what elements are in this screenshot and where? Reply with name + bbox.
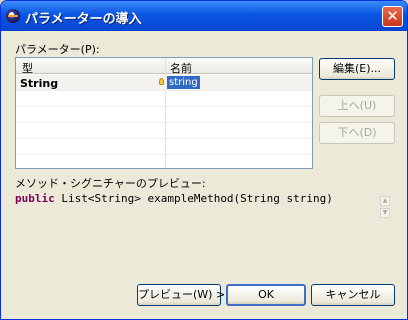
cancel-button[interactable]: キャンセル — [311, 284, 395, 306]
scroll-up-arrow[interactable]: ▲ — [380, 196, 390, 206]
edit-button[interactable]: 編集(E)... — [319, 58, 395, 80]
dialog-title: パラメーターの導入 — [25, 12, 142, 27]
table-header: 型 名前 — [16, 58, 312, 76]
ok-button[interactable]: OK — [226, 284, 306, 306]
dialog-window: パラメーターの導入 ✕ パラメーター(P): 型 名前 String strin… — [0, 0, 408, 320]
column-header-type[interactable]: 型 — [22, 60, 33, 76]
empty-row — [16, 139, 312, 155]
parameters-label: パラメーター(P): — [15, 43, 100, 56]
scroll-down-arrow[interactable]: ▼ — [380, 208, 390, 218]
column-header-name[interactable]: 名前 — [170, 60, 192, 76]
close-button[interactable]: ✕ — [382, 6, 403, 27]
eclipse-icon — [6, 9, 20, 23]
empty-row — [16, 107, 312, 123]
signature-preview-label: メソッド・シグニチャーのプレビュー: — [15, 177, 206, 190]
cell-type[interactable]: String — [20, 77, 58, 90]
lightbulb-icon — [159, 78, 164, 85]
empty-row — [16, 155, 312, 168]
table-row[interactable]: String string — [16, 75, 312, 91]
close-icon: ✕ — [386, 7, 399, 25]
move-up-button[interactable]: 上へ(U) — [319, 95, 395, 117]
preview-button[interactable]: プレビュー(W) > — [137, 284, 225, 306]
signature-preview: public List<String> exampleMethod(String… — [15, 192, 375, 208]
preview-keyword: public — [15, 192, 55, 205]
preview-signature: List<String> exampleMethod(String string… — [54, 192, 333, 205]
parameters-table[interactable]: 型 名前 String string — [15, 57, 313, 169]
move-down-button[interactable]: 下へ(D) — [319, 122, 395, 144]
empty-row — [16, 91, 312, 107]
title-bar[interactable]: パラメーターの導入 ✕ — [1, 1, 407, 31]
cell-name-editor[interactable]: string — [167, 76, 200, 89]
empty-row — [16, 123, 312, 139]
